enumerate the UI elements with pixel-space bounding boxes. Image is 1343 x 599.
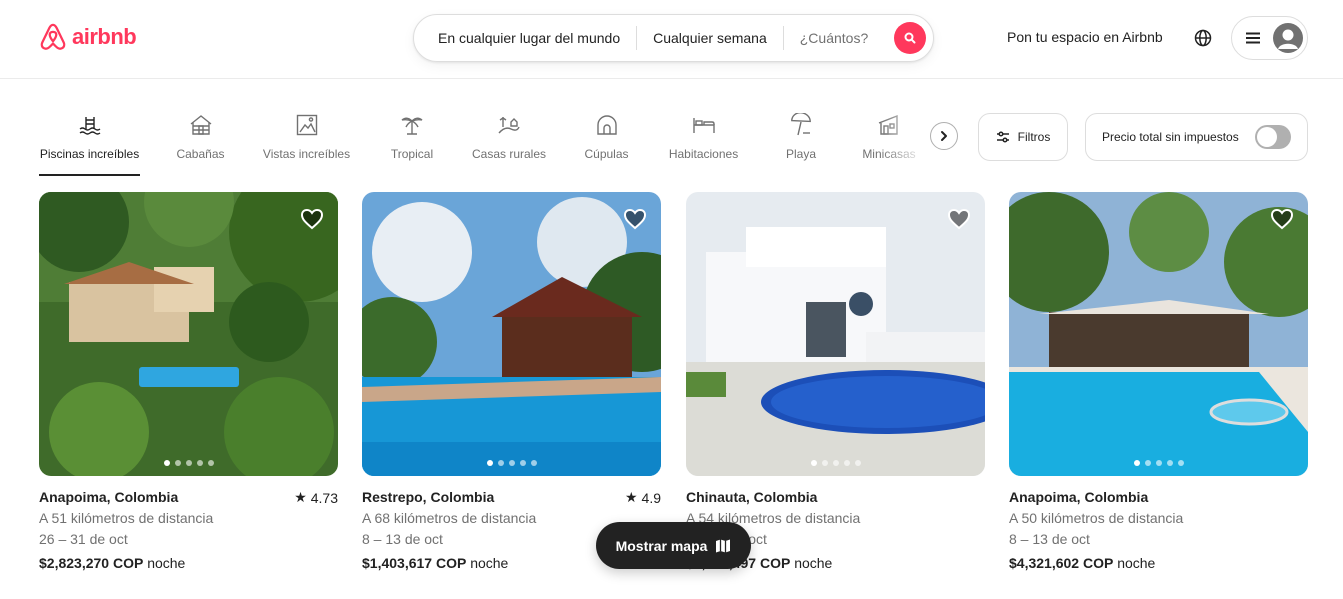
price-total-toggle: Precio total sin impuestos (1085, 113, 1308, 161)
category-rooms[interactable]: Habitaciones (666, 108, 741, 176)
show-map-label: Mostrar mapa (615, 537, 708, 554)
category-tropical[interactable]: Tropical (389, 108, 435, 176)
sliders-icon (996, 131, 1009, 143)
carousel-dots (686, 460, 985, 466)
listing-photo[interactable] (362, 192, 661, 476)
search-icon (904, 32, 916, 44)
filters-button[interactable]: Filtros (978, 113, 1068, 161)
categories-next-button[interactable] (930, 122, 958, 150)
price-toggle-label: Precio total sin impuestos (1102, 130, 1239, 144)
category-label: Cúpulas (584, 147, 629, 161)
show-map-button[interactable]: Mostrar mapa (596, 522, 751, 569)
listing-rating: ★ 4.9 (624, 489, 661, 506)
search-bar[interactable]: En cualquier lugar del mundo Cualquier s… (413, 14, 934, 62)
search-guests[interactable]: ¿Cuántos? (800, 30, 868, 46)
carousel-dots (39, 460, 338, 466)
star-icon: ★ (624, 489, 638, 505)
carousel-dots (362, 460, 661, 466)
listing-price: $2,823,270 COP noche (39, 555, 186, 571)
countryside-icon (498, 117, 520, 134)
globe-icon[interactable] (1193, 28, 1213, 48)
listing-photo[interactable] (1009, 192, 1308, 476)
listing-location: Anapoima, Colombia (1009, 489, 1149, 505)
filters-label: Filtros (1017, 130, 1051, 144)
listing-photo[interactable] (39, 192, 338, 476)
listing-location: Restrepo, Colombia (362, 489, 495, 505)
search-button[interactable] (894, 22, 926, 54)
airbnb-logo-icon (40, 23, 66, 50)
hamburger-icon (1246, 32, 1260, 44)
chevron-right-icon (941, 131, 947, 141)
price-toggle-switch[interactable] (1255, 125, 1291, 149)
listing-image (39, 192, 338, 476)
pool-icon (79, 117, 100, 135)
category-label: Playa (785, 147, 817, 161)
category-cabins[interactable]: Cabañas (176, 108, 225, 176)
cabin-icon (190, 115, 211, 135)
carousel-dots (1009, 460, 1308, 466)
logo-wordmark: airbnb (72, 24, 137, 49)
search-divider (636, 26, 638, 50)
heart-icon[interactable] (947, 207, 971, 231)
search-where[interactable]: En cualquier lugar del mundo (438, 30, 620, 46)
palm-icon (401, 117, 423, 135)
user-menu-button[interactable] (1231, 16, 1308, 60)
umbrella-icon (791, 113, 811, 136)
category-label: Tropical (390, 147, 434, 161)
airbnb-logo[interactable]: airbnb (38, 21, 137, 53)
listing-rating: ★ 4.73 (294, 489, 338, 506)
category-pools[interactable]: Piscinas increíbles (39, 108, 140, 176)
dome-icon (596, 115, 617, 135)
host-link[interactable]: Pon tu espacio en Airbnb (1007, 29, 1163, 45)
views-icon (296, 114, 317, 136)
search-when[interactable]: Cualquier semana (653, 30, 767, 46)
category-label: Vistas increíbles (262, 147, 351, 161)
bed-icon (692, 118, 715, 133)
user-avatar-icon (1278, 29, 1298, 49)
listing-card[interactable]: Anapoima, Colombia A 50 kilómetros de di… (1009, 192, 1308, 571)
category-label: Cabañas (176, 147, 225, 161)
category-domes[interactable]: Cúpulas (583, 108, 630, 176)
map-icon (716, 539, 731, 552)
listing-image (686, 192, 985, 476)
listing-price: $4,321,602 COP noche (1009, 555, 1156, 571)
listing-card[interactable]: Anapoima, Colombia ★ 4.73 A 51 kilómetros… (39, 192, 338, 571)
category-label: Habitaciones (668, 147, 739, 161)
search-divider (782, 26, 784, 50)
listing-card[interactable]: Restrepo, Colombia ★ 4.9 A 68 kilómetros … (362, 192, 661, 571)
avatar (1273, 23, 1303, 53)
listing-location: Chinauta, Colombia (686, 489, 818, 505)
listing-image (362, 192, 661, 476)
listing-image (1009, 192, 1308, 476)
category-views[interactable]: Vistas increíbles (261, 108, 352, 176)
listing-photo[interactable] (686, 192, 985, 476)
listing-dates: 8 – 13 de oct (1009, 531, 1090, 547)
listing-distance: A 50 kilómetros de distancia (1009, 510, 1184, 526)
star-icon: ★ (294, 489, 307, 505)
category-countryside[interactable]: Casas rurales (471, 108, 547, 176)
top-header: airbnb En cualquier lugar del mundo Cual… (0, 0, 1343, 79)
category-label: Piscinas increíbles (39, 147, 140, 161)
listing-card[interactable]: Chinauta, Colombia A 54 kilómetros de di… (686, 192, 985, 571)
listing-dates: 26 – 31 de oct (39, 531, 128, 547)
listing-location: Anapoima, Colombia (39, 489, 179, 505)
listing-distance: A 51 kilómetros de distancia (39, 510, 214, 526)
heart-icon[interactable] (623, 207, 647, 231)
category-beach[interactable]: Playa (785, 108, 817, 176)
heart-icon[interactable] (1270, 207, 1294, 231)
heart-icon[interactable] (300, 207, 324, 231)
category-label: Casas rurales (471, 147, 547, 161)
